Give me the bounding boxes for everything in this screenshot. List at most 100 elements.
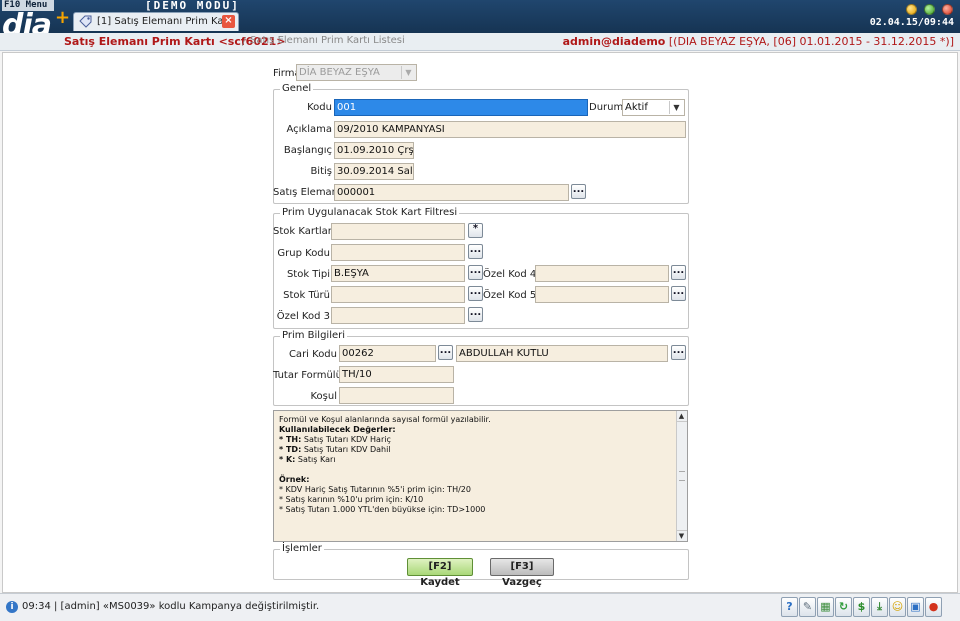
help-value: Satış Tutarı KDV Dahil	[303, 445, 391, 454]
calculator-icon[interactable]: ▦	[817, 597, 834, 617]
help-value: Satış Tutarı KDV Hariç	[303, 435, 391, 444]
firma-value: DİA BEYAZ EŞYA	[299, 67, 380, 78]
formula-help-box[interactable]: Formül ve Koşul alanlarında sayısal form…	[273, 410, 688, 542]
ozel-kod-3-lookup-button[interactable]: ...	[468, 307, 483, 322]
aciklama-label: Açıklama	[286, 124, 332, 135]
baslangic-date-input[interactable]: 01.09.2010 Çrş	[334, 142, 414, 159]
cari-unvan-input[interactable]: ABDULLAH KUTLU	[456, 345, 668, 362]
stok-tipi-input[interactable]: B.EŞYA	[331, 265, 465, 282]
ozel-kod-3-label: Özel Kod 3	[276, 311, 330, 322]
ozel-kod-4-input[interactable]	[535, 265, 669, 282]
help-heading: Örnek:	[279, 475, 310, 484]
new-tab-plus-icon[interactable]: +	[55, 9, 70, 27]
chevron-down-icon: ▼	[669, 101, 683, 114]
ozel-kod-4-lookup-button[interactable]: ...	[671, 265, 686, 280]
help-line: * TD: Satış Tutarı KDV Dahil	[279, 445, 687, 455]
tab-satis-elemani-prim-karti[interactable]: [1] Satış Elemanı Prim Kartı ×	[73, 12, 239, 31]
ozel-kod-3-input[interactable]	[331, 307, 465, 324]
tools-icon[interactable]: ✎	[799, 597, 816, 617]
tutar-formulu-input[interactable]: TH/10	[339, 366, 454, 383]
tab-label: [1] Satış Elemanı Prim Kartı	[97, 16, 235, 27]
cancel-button[interactable]: [F3] Vazgeç	[490, 558, 554, 588]
grup-kodu-label: Grup Kodu	[277, 248, 330, 259]
islemler-group: İşlemler	[273, 543, 689, 580]
islemler-title: İşlemler	[280, 543, 324, 554]
genel-title: Genel	[280, 83, 314, 94]
scroll-down-arrow-icon[interactable]: ▼	[676, 530, 687, 541]
power-off-icon[interactable]: ●	[925, 597, 942, 617]
info-icon: i	[6, 601, 18, 613]
ozel-kod-5-input[interactable]	[535, 286, 669, 303]
bitis-date-input[interactable]: 30.09.2014 Sal	[334, 163, 414, 180]
stok-kartlari-multi-select-button[interactable]: *	[468, 223, 483, 238]
help-line: * KDV Hariç Satış Tutarının %5'i prim iç…	[279, 485, 471, 494]
scroll-up-arrow-icon[interactable]: ▲	[676, 411, 687, 422]
aciklama-input[interactable]: 09/2010 KAMPANYASI	[334, 121, 686, 138]
durum-select[interactable]: Aktif ▼	[622, 99, 685, 116]
help-value: Satış Karı	[297, 455, 336, 464]
title-bar: F10 Menu dia + [DEMO MODU] [1] Satış Ele…	[0, 0, 960, 41]
download-icon[interactable]: ⤓	[871, 597, 888, 617]
stok-turu-label: Stok Türü	[283, 290, 330, 301]
grup-kodu-input[interactable]	[331, 244, 465, 261]
ozel-kod-4-label: Özel Kod 4	[483, 269, 537, 280]
chevron-down-icon: ▼	[401, 66, 415, 79]
cari-unvan-lookup-button[interactable]: ...	[671, 345, 686, 360]
breadcrumb-parent-link[interactable]: Satış Elemanı Prim Kartı Listesi	[250, 35, 405, 46]
satis-elemani-lookup-button[interactable]: ...	[571, 184, 586, 199]
close-window-icon[interactable]	[942, 4, 953, 15]
help-line: * TH: Satış Tutarı KDV Hariç	[279, 435, 687, 445]
demo-mode-banner: [DEMO MODU]	[145, 0, 240, 12]
session-info: admin@diademo [(DIA BEYAZ EŞYA, [06] 01.…	[563, 35, 954, 48]
durum-value: Aktif	[625, 102, 648, 113]
currency-icon[interactable]: $	[853, 597, 870, 617]
help-icon[interactable]: ?	[781, 597, 798, 617]
main-panel: Firma DİA BEYAZ EŞYA ▼ Genel Kodu 001 Du…	[2, 52, 958, 593]
bitis-label: Bitiş	[310, 166, 332, 177]
firma-select[interactable]: DİA BEYAZ EŞYA ▼	[296, 64, 417, 81]
cari-kodu-input[interactable]: 00262	[339, 345, 436, 362]
stok-kartlari-input[interactable]	[331, 223, 465, 240]
stok-tipi-lookup-button[interactable]: ...	[468, 265, 483, 280]
minimize-icon[interactable]	[906, 4, 917, 15]
help-scrollbar[interactable]: ▲ ▼	[676, 411, 687, 541]
stok-turu-input[interactable]	[331, 286, 465, 303]
session-company-period: [(DIA BEYAZ EŞYA, [06] 01.01.2015 - 31.1…	[668, 35, 954, 48]
tags-icon	[79, 15, 92, 28]
status-bar: i 09:34 | [admin] «MS0039» kodlu Kampany…	[0, 593, 960, 621]
kodu-label: Kodu	[307, 102, 332, 113]
stok-kartlari-label: Stok Kartları	[273, 226, 335, 237]
satis-elemani-input[interactable]: 000001	[334, 184, 569, 201]
refresh-icon[interactable]: ↻	[835, 597, 852, 617]
save-button[interactable]: [F2] Kaydet	[407, 558, 473, 588]
smiley-icon[interactable]: ☺	[889, 597, 906, 617]
grup-kodu-lookup-button[interactable]: ...	[468, 244, 483, 259]
breadcrumb: Satış Elemanı Prim Kartı <scf6021> / Sat…	[0, 33, 960, 51]
kosul-input[interactable]	[339, 387, 454, 404]
satis-elemani-label: Satış Elemanı	[273, 187, 341, 198]
cari-kodu-lookup-button[interactable]: ...	[438, 345, 453, 360]
stok-filtre-title: Prim Uygulanacak Stok Kart Filtresi	[280, 207, 460, 218]
stok-tipi-label: Stok Tipi	[286, 269, 330, 280]
scroll-grip[interactable]	[679, 471, 685, 481]
session-user: admin@diademo	[562, 35, 666, 48]
ozel-kod-5-lookup-button[interactable]: ...	[671, 286, 686, 301]
help-key: * K:	[279, 455, 296, 464]
clock: 02.04.15/09:44	[869, 17, 954, 28]
help-key: * TH:	[279, 435, 302, 444]
lock-icon[interactable]: ▣	[907, 597, 924, 617]
maximize-icon[interactable]	[924, 4, 935, 15]
ozel-kod-5-label: Özel Kod 5	[483, 290, 537, 301]
breadcrumb-separator: /	[242, 35, 246, 48]
help-line: Formül ve Koşul alanlarında sayısal form…	[279, 415, 491, 424]
baslangic-label: Başlangıç	[283, 145, 332, 156]
stok-turu-lookup-button[interactable]: ...	[468, 286, 483, 301]
prim-bilgileri-title: Prim Bilgileri	[280, 330, 348, 341]
help-line: * Satış karının %10'u prim için: K/10	[279, 495, 424, 504]
help-line: * K: Satış Karı	[279, 455, 687, 465]
durum-label: Durum	[589, 102, 624, 113]
kodu-input[interactable]: 001	[334, 99, 588, 116]
tutar-formulu-label: Tutar Formülü	[273, 370, 342, 381]
tab-close-icon[interactable]: ×	[222, 15, 235, 28]
